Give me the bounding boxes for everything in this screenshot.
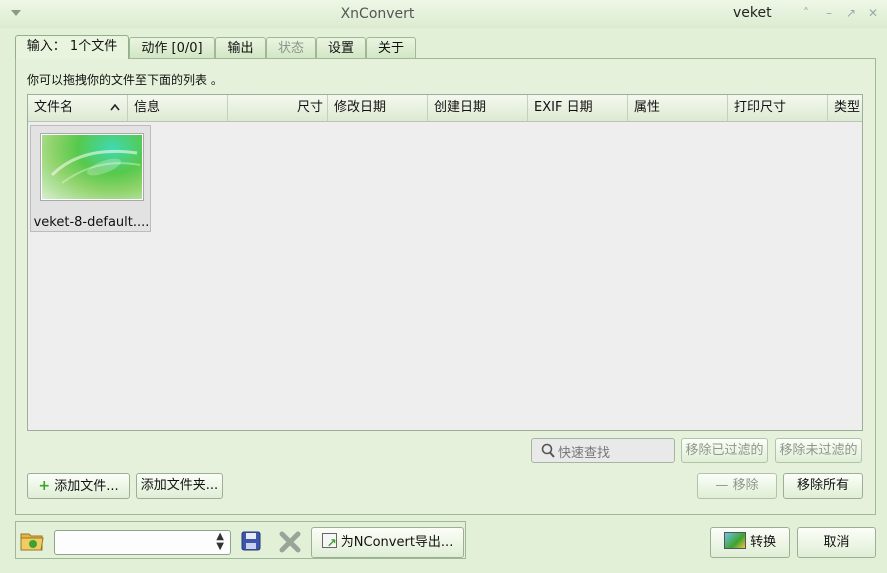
export-nconvert-button[interactable]: ↗ 为NConvert导出... xyxy=(311,527,464,558)
tab-output[interactable]: 输出 xyxy=(215,37,266,58)
column-print-size[interactable]: 打印尺寸 xyxy=(728,95,828,121)
tab-settings[interactable]: 设置 xyxy=(316,37,366,58)
plus-icon: + xyxy=(38,478,51,494)
add-files-button[interactable]: + 添加文件... xyxy=(27,473,130,499)
cancel-button[interactable]: 取消 xyxy=(797,527,876,558)
delete-icon[interactable] xyxy=(279,531,301,553)
column-header: 文件名 信息 尺寸 修改日期 创建日期 EXIF 日期 属性 打印尺寸 类型 xyxy=(28,95,862,122)
column-size[interactable]: 尺寸 xyxy=(228,95,328,121)
convert-icon xyxy=(723,532,746,549)
window-title: XnConvert xyxy=(340,6,415,22)
tab-about[interactable]: 关于 xyxy=(366,37,416,58)
tab-actions[interactable]: 动作 [0/0] xyxy=(129,37,215,58)
wallpaper-preview-icon xyxy=(50,149,141,184)
spin-arrows-icon: ▲ ▼ xyxy=(216,531,224,552)
file-name-label: veket-8-default.... xyxy=(33,215,150,230)
remove-filtered-button[interactable]: 移除已过滤的 xyxy=(681,438,768,463)
column-info[interactable]: 信息 xyxy=(128,95,228,121)
tab-input[interactable]: 输入： 1个文件 xyxy=(15,35,129,59)
export-icon: ↗ xyxy=(321,533,337,550)
file-thumbnail-item[interactable]: veket-8-default.... xyxy=(30,125,151,232)
remove-all-button[interactable]: 移除所有 xyxy=(783,473,863,499)
save-icon[interactable] xyxy=(241,531,261,551)
maximize-icon[interactable]: ↗ xyxy=(842,5,860,21)
close-icon[interactable]: ✕ xyxy=(864,5,882,21)
file-thumbnail-image xyxy=(41,134,143,200)
folder-icon[interactable] xyxy=(20,530,44,552)
convert-button[interactable]: 转换 xyxy=(710,527,790,558)
column-filename[interactable]: 文件名 xyxy=(28,95,128,121)
remove-button[interactable]: — 移除 xyxy=(697,473,777,499)
user-label: veket xyxy=(733,5,772,21)
add-folder-button[interactable]: 添加文件夹... xyxy=(136,473,223,499)
profile-select[interactable]: ▲ ▼ xyxy=(54,530,231,555)
drag-hint: 你可以拖拽你的文件至下面的列表 。 xyxy=(27,73,223,87)
column-type[interactable]: 类型 xyxy=(828,95,862,121)
column-modified-date[interactable]: 修改日期 xyxy=(328,95,428,121)
minimize-icon[interactable]: – xyxy=(820,5,838,21)
minus-icon: — xyxy=(715,478,729,493)
quick-search-placeholder: 快速查找 xyxy=(558,446,611,461)
quick-search-input[interactable]: 快速查找 xyxy=(531,438,675,463)
sort-ascending-icon xyxy=(110,103,120,111)
column-exif-date[interactable]: EXIF 日期 xyxy=(528,95,628,121)
search-icon xyxy=(541,443,555,458)
column-created-date[interactable]: 创建日期 xyxy=(428,95,528,121)
file-list[interactable]: 文件名 信息 尺寸 修改日期 创建日期 EXIF 日期 属性 打印尺寸 类型 v… xyxy=(27,94,863,431)
tab-status[interactable]: 状态 xyxy=(266,37,316,58)
remove-unfiltered-button[interactable]: 移除未过滤的 xyxy=(775,438,862,463)
column-attributes[interactable]: 属性 xyxy=(628,95,728,121)
shade-icon[interactable]: ˄ xyxy=(797,5,815,21)
